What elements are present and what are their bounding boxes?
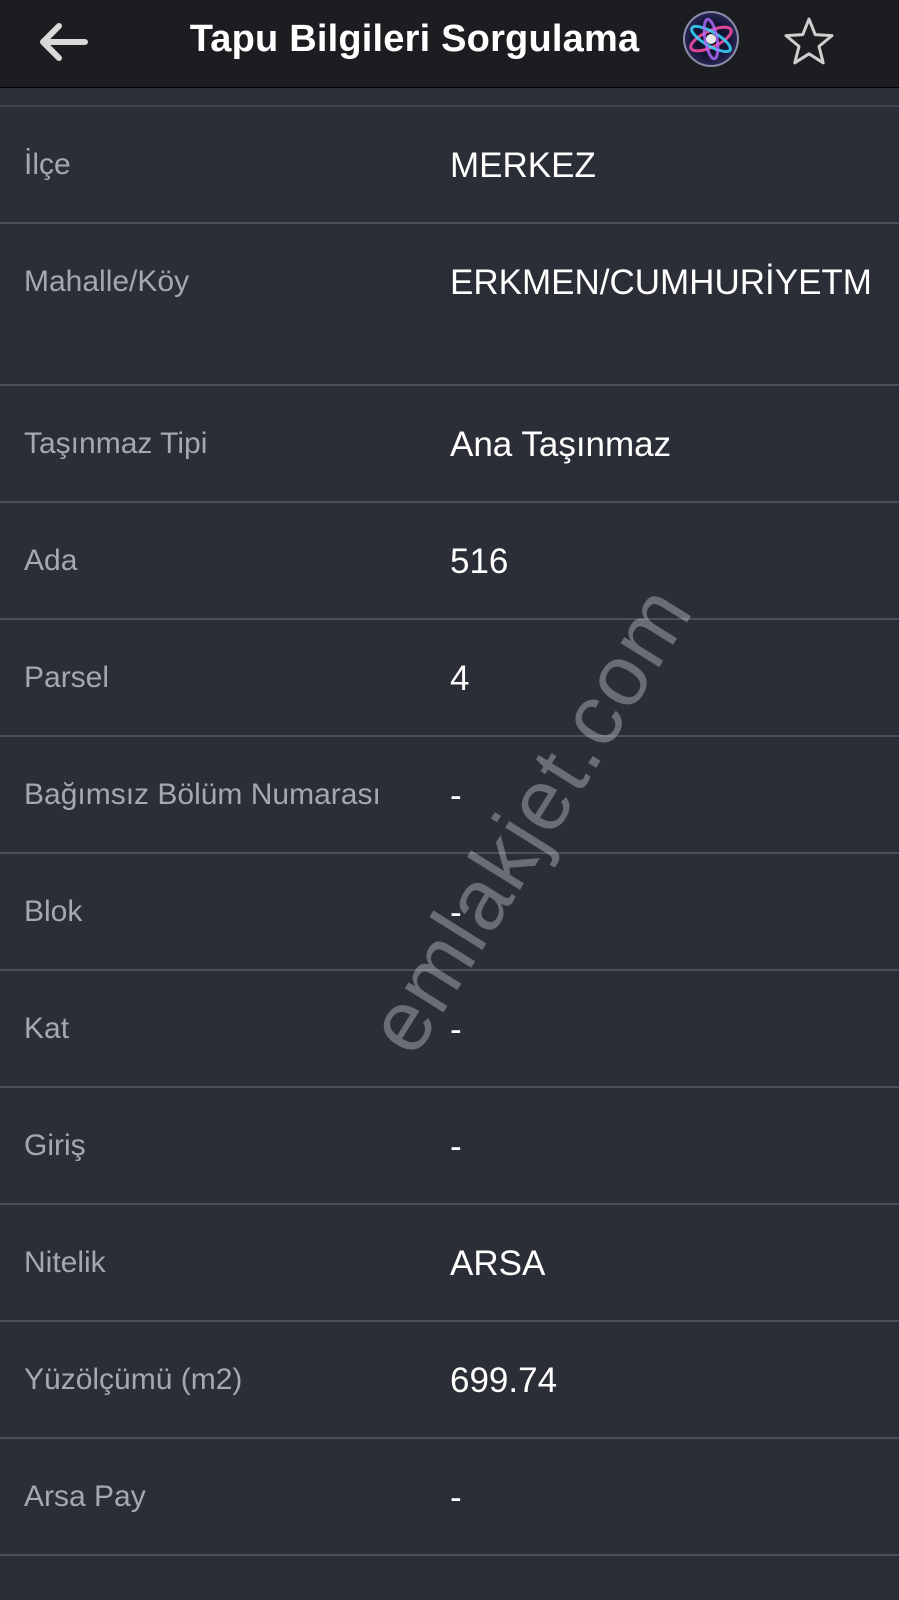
row-ilce: İlçe MERKEZ xyxy=(0,107,899,224)
row-blok: Blok - xyxy=(0,854,899,971)
row-value: - xyxy=(450,776,462,815)
top-divider xyxy=(0,89,899,107)
row-label: İlçe xyxy=(24,148,71,181)
page-title: Tapu Bilgileri Sorgulama xyxy=(189,18,640,60)
row-arsa-pay: Arsa Pay - xyxy=(0,1439,899,1556)
favorite-button[interactable] xyxy=(780,12,838,70)
app-screen: Tapu Bilgileri Sorgulama İlçe MERKEZ Mah… xyxy=(0,0,899,1600)
row-label: Arsa Pay xyxy=(24,1480,146,1513)
row-value: - xyxy=(450,1478,462,1517)
row-value: ARSA xyxy=(450,1244,546,1283)
row-label: Mahalle/Köy xyxy=(24,265,190,298)
row-value: ERKMEN/CUMHURİYETM xyxy=(450,263,872,302)
row-label: Giriş xyxy=(24,1129,86,1162)
row-value: - xyxy=(450,1127,462,1166)
row-yuzolcumu: Yüzölçümü (m2) 699.74 xyxy=(0,1322,899,1439)
siri-icon[interactable] xyxy=(683,11,739,67)
row-label: Taşınmaz Tipi xyxy=(24,427,208,460)
star-outline-icon xyxy=(784,17,834,65)
row-value: Ana Taşınmaz xyxy=(450,425,672,464)
row-label: Nitelik xyxy=(24,1246,106,1279)
property-details-list: İlçe MERKEZ Mahalle/Köy ERKMEN/CUMHURİYE… xyxy=(0,107,899,1556)
row-label: Parsel xyxy=(24,661,110,694)
row-value: - xyxy=(450,893,462,932)
row-bagimsiz-bolum-numarasi: Bağımsız Bölüm Numarası - xyxy=(0,737,899,854)
row-parsel: Parsel 4 xyxy=(0,620,899,737)
row-label: Yüzölçümü (m2) xyxy=(24,1363,243,1396)
row-kat: Kat - xyxy=(0,971,899,1088)
top-navigation-bar: Tapu Bilgileri Sorgulama xyxy=(0,0,899,88)
row-value: - xyxy=(450,1010,462,1049)
row-label: Bağımsız Bölüm Numarası xyxy=(24,778,381,811)
row-ada: Ada 516 xyxy=(0,503,899,620)
row-tasinmaz-tipi: Taşınmaz Tipi Ana Taşınmaz xyxy=(0,386,899,503)
row-label: Blok xyxy=(24,895,83,928)
row-label: Kat xyxy=(24,1012,70,1045)
row-giris: Giriş - xyxy=(0,1088,899,1205)
row-value: 699.74 xyxy=(450,1361,558,1400)
row-value: MERKEZ xyxy=(450,146,596,185)
row-value: 4 xyxy=(450,659,470,698)
row-value: 516 xyxy=(450,542,509,581)
row-nitelik: Nitelik ARSA xyxy=(0,1205,899,1322)
row-mahalle-koy: Mahalle/Köy ERKMEN/CUMHURİYETM xyxy=(0,224,899,386)
row-label: Ada xyxy=(24,544,78,577)
